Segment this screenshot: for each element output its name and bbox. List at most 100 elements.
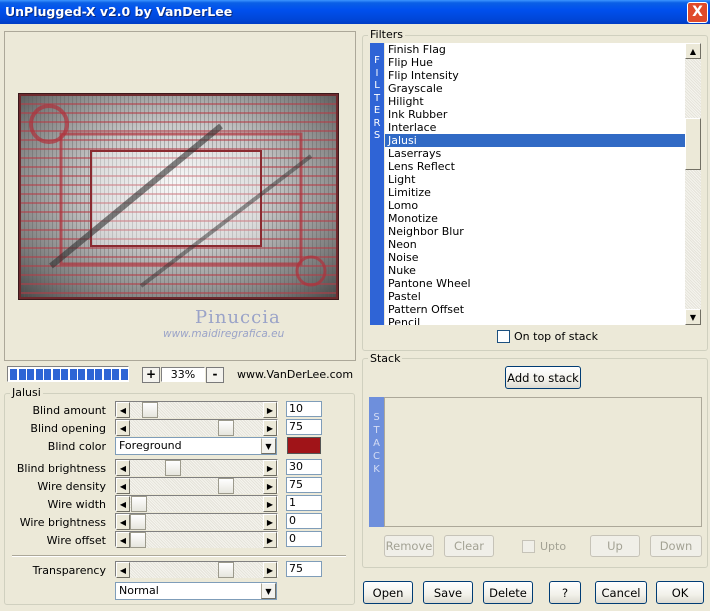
slider-thumb[interactable] — [165, 460, 182, 476]
clear-button[interactable]: Clear — [444, 535, 494, 557]
filter-item[interactable]: Grayscale — [385, 82, 685, 95]
transparency-slider[interactable]: ◀ ▶ — [115, 561, 278, 578]
add-to-stack-button[interactable]: Add to stack — [505, 366, 581, 389]
delete-button[interactable]: Delete — [483, 581, 533, 604]
arrow-right-icon[interactable]: ▶ — [263, 478, 277, 494]
blind-brightness-value[interactable]: 30 — [286, 459, 322, 475]
filter-item[interactable]: Flip Hue — [385, 56, 685, 69]
arrow-left-icon[interactable]: ◀ — [116, 532, 130, 548]
arrow-left-icon[interactable]: ◀ — [116, 514, 130, 530]
filter-item[interactable]: Laserrays — [385, 147, 685, 160]
arrow-right-icon[interactable]: ▶ — [263, 402, 277, 418]
slider-track[interactable] — [130, 420, 263, 436]
close-button[interactable]: X — [687, 2, 708, 23]
remove-button[interactable]: Remove — [384, 535, 434, 557]
arrow-right-icon[interactable]: ▶ — [263, 496, 277, 512]
slider-track[interactable] — [130, 532, 263, 548]
filter-item[interactable]: Monotize — [385, 212, 685, 225]
arrow-left-icon[interactable]: ◀ — [116, 562, 130, 578]
scroll-down-icon[interactable]: ▼ — [685, 309, 701, 325]
cancel-button[interactable]: Cancel — [595, 581, 647, 604]
filter-item[interactable]: Interlace — [385, 121, 685, 134]
slider-track[interactable] — [130, 460, 263, 476]
slider-track[interactable] — [130, 514, 263, 530]
blind-opening-slider[interactable]: ◀ ▶ — [115, 419, 278, 436]
wire-offset-value[interactable]: 0 — [286, 531, 322, 547]
filter-scrollbar[interactable]: ▲ ▼ — [685, 43, 701, 325]
wire-brightness-slider[interactable]: ◀ ▶ — [115, 513, 278, 530]
slider-thumb[interactable] — [141, 402, 158, 418]
slider-thumb[interactable] — [217, 420, 234, 436]
slider-track[interactable] — [130, 496, 263, 512]
ok-button[interactable]: OK — [656, 581, 704, 604]
arrow-right-icon[interactable]: ▶ — [263, 420, 277, 436]
filter-item[interactable]: Neon — [385, 238, 685, 251]
filter-item[interactable]: Lens Reflect — [385, 160, 685, 173]
preview-image[interactable] — [18, 93, 339, 300]
chevron-down-icon[interactable]: ▼ — [261, 583, 276, 599]
wire-width-value[interactable]: 1 — [286, 495, 322, 511]
filter-item[interactable]: Pattern Offset — [385, 303, 685, 316]
arrow-left-icon[interactable]: ◀ — [116, 478, 130, 494]
wire-brightness-value[interactable]: 0 — [286, 513, 322, 529]
filter-item[interactable]: Neighbor Blur — [385, 225, 685, 238]
filter-item[interactable]: Nuke — [385, 264, 685, 277]
scroll-up-icon[interactable]: ▲ — [685, 43, 701, 59]
slider-thumb[interactable] — [217, 478, 234, 494]
blind-amount-slider[interactable]: ◀ ▶ — [115, 401, 278, 418]
filter-item[interactable]: Pencil — [385, 316, 685, 325]
blind-color-select[interactable]: Foreground ▼ — [115, 437, 277, 455]
filter-item[interactable]: Lomo — [385, 199, 685, 212]
arrow-left-icon[interactable]: ◀ — [116, 402, 130, 418]
filter-item[interactable]: Finish Flag — [385, 43, 685, 56]
slider-track[interactable] — [130, 478, 263, 494]
transparency-thumb[interactable] — [217, 562, 234, 578]
save-button[interactable]: Save — [423, 581, 473, 604]
down-button[interactable]: Down — [650, 535, 702, 557]
blind-amount-value[interactable]: 10 — [286, 401, 322, 417]
vanderlee-link[interactable]: www.VanDerLee.com — [237, 368, 353, 381]
help-button[interactable]: ? — [549, 581, 581, 604]
blend-mode-select[interactable]: Normal ▼ — [115, 582, 277, 600]
slider-thumb[interactable] — [131, 496, 148, 512]
arrow-right-icon[interactable]: ▶ — [263, 532, 277, 548]
filter-item[interactable]: Jalusi — [385, 134, 685, 147]
wire-density-slider[interactable]: ◀ ▶ — [115, 477, 278, 494]
up-button[interactable]: Up — [590, 535, 640, 557]
filter-item[interactable]: Noise — [385, 251, 685, 264]
blind-color-swatch[interactable] — [287, 437, 321, 454]
filter-item[interactable]: Hilight — [385, 95, 685, 108]
wire-offset-slider[interactable]: ◀ ▶ — [115, 531, 278, 548]
wire-density-value[interactable]: 75 — [286, 477, 322, 493]
filter-list[interactable]: Finish Flag Flip Hue Flip Intensity Graysca… — [385, 43, 685, 325]
scroll-thumb[interactable] — [685, 118, 701, 170]
upto-checkbox[interactable] — [522, 540, 535, 553]
arrow-left-icon[interactable]: ◀ — [116, 496, 130, 512]
progress-segment — [61, 369, 68, 380]
filter-item[interactable]: Pantone Wheel — [385, 277, 685, 290]
stack-list[interactable] — [384, 397, 702, 527]
title-bar[interactable]: UnPlugged-X v2.0 by VanDerLee X — [0, 0, 710, 24]
chevron-down-icon[interactable]: ▼ — [261, 438, 276, 454]
arrow-left-icon[interactable]: ◀ — [116, 460, 130, 476]
blind-opening-value[interactable]: 75 — [286, 419, 322, 435]
arrow-right-icon[interactable]: ▶ — [263, 562, 277, 578]
arrow-right-icon[interactable]: ▶ — [263, 460, 277, 476]
transparency-track[interactable] — [130, 562, 263, 578]
on-top-checkbox[interactable] — [497, 330, 510, 343]
filter-item[interactable]: Ink Rubber — [385, 108, 685, 121]
filter-item[interactable]: Flip Intensity — [385, 69, 685, 82]
slider-thumb[interactable] — [130, 532, 146, 548]
zoom-out-button[interactable]: - — [206, 367, 224, 383]
filter-item[interactable]: Limitize — [385, 186, 685, 199]
wire-width-slider[interactable]: ◀ ▶ — [115, 495, 278, 512]
transparency-value[interactable]: 75 — [286, 561, 322, 577]
open-button[interactable]: Open — [363, 581, 413, 604]
filter-item[interactable]: Light — [385, 173, 685, 186]
arrow-left-icon[interactable]: ◀ — [116, 420, 130, 436]
filter-item[interactable]: Pastel — [385, 290, 685, 303]
slider-thumb[interactable] — [130, 514, 146, 530]
arrow-right-icon[interactable]: ▶ — [263, 514, 277, 530]
zoom-in-button[interactable]: + — [142, 367, 160, 383]
blind-brightness-slider[interactable]: ◀ ▶ — [115, 459, 278, 476]
